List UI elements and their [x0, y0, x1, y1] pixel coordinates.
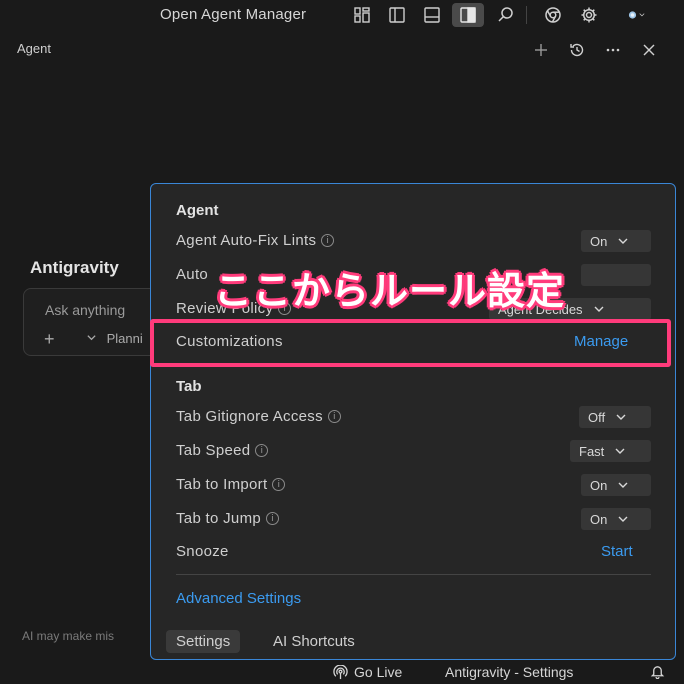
dropdown-value: Off	[588, 409, 606, 425]
advanced-settings-link[interactable]: Advanced Settings	[176, 590, 301, 607]
chevron-down-icon	[594, 306, 604, 312]
chevron-down-icon	[618, 482, 628, 488]
go-live-label: Go Live	[354, 664, 403, 680]
row-label-text: Agent Auto-Fix Lints	[176, 232, 317, 249]
row-label-text: Tab to Import	[176, 476, 268, 493]
tab-gitignore-access-dropdown[interactable]: Off	[579, 406, 651, 428]
history-icon[interactable]	[567, 40, 587, 60]
chevron-down-icon	[87, 335, 96, 341]
chevron-down-icon	[615, 448, 625, 454]
toggle-panel-icon[interactable]	[421, 4, 443, 26]
info-icon[interactable]: i	[266, 512, 280, 525]
tab-to-jump-dropdown[interactable]: On	[581, 508, 651, 530]
auto-execution-dropdown[interactable]	[581, 264, 651, 286]
tab-to-import-dropdown[interactable]: On	[581, 474, 651, 496]
chrome-browser-icon[interactable]	[542, 4, 564, 26]
agent-heading: Antigravity	[30, 258, 119, 277]
info-icon[interactable]: i	[327, 410, 341, 423]
tab-settings[interactable]: Settings	[166, 630, 241, 653]
dropdown-value: On	[590, 233, 608, 249]
go-live-button[interactable]: Go Live	[333, 664, 402, 680]
snooze-start-link[interactable]: Start	[601, 543, 633, 560]
row-label-text: Tab Gitignore Access	[176, 408, 323, 425]
tab-speed-label: Tab Speed i	[176, 442, 269, 459]
annotation-highlight-box	[150, 319, 671, 367]
mode-label: Planni	[106, 331, 143, 346]
agent-auto-fix-lints-dropdown[interactable]: On	[581, 230, 651, 252]
gear-icon[interactable]	[578, 4, 600, 26]
panel-title: Agent	[17, 41, 51, 56]
tab-ai-shortcuts[interactable]: AI Shortcuts	[273, 633, 355, 650]
settings-popup: Agent Agent Auto-Fix Lints i On Auto Revi…	[150, 183, 676, 660]
popup-divider	[176, 574, 651, 575]
chevron-down-icon	[618, 516, 628, 522]
toggle-primary-sidebar-icon[interactable]	[386, 4, 408, 26]
ai-disclaimer: AI may make mis	[22, 629, 115, 643]
agent-section-title: Agent	[176, 202, 219, 219]
search-icon[interactable]	[495, 4, 517, 26]
info-icon[interactable]: i	[255, 444, 269, 457]
close-icon[interactable]	[639, 40, 659, 60]
title-bar: Open Agent Manager	[0, 0, 684, 30]
dropdown-value: On	[590, 511, 608, 527]
open-agent-manager-button[interactable]: Open Agent Manager	[160, 6, 306, 23]
status-bar: Go Live Antigravity - Settings	[0, 662, 684, 684]
info-icon[interactable]: i	[321, 234, 335, 247]
auto-execution-label: Auto	[176, 266, 208, 283]
add-context-button[interactable]: +	[44, 329, 55, 350]
agent-auto-fix-lints-label: Agent Auto-Fix Lints i	[176, 232, 335, 249]
dropdown-value: On	[590, 477, 608, 493]
chat-input-placeholder[interactable]: Ask anything	[45, 302, 125, 318]
layout-grid-icon[interactable]	[351, 4, 373, 26]
tab-to-import-label: Tab to Import i	[176, 476, 286, 493]
annotation-callout-text: ここからルール設定	[214, 269, 566, 313]
row-label-text: Tab Speed	[176, 442, 251, 459]
chevron-down-icon	[616, 414, 626, 420]
more-options-icon[interactable]	[603, 40, 623, 60]
antigravity-settings-status[interactable]: Antigravity - Settings	[445, 664, 573, 680]
row-label-text: Tab to Jump	[176, 510, 262, 527]
account-avatar-icon[interactable]	[617, 4, 657, 26]
chevron-down-icon	[618, 238, 628, 244]
tab-to-jump-label: Tab to Jump i	[176, 510, 280, 527]
toggle-secondary-sidebar-icon[interactable]	[452, 3, 484, 27]
tab-gitignore-access-label: Tab Gitignore Access i	[176, 408, 341, 425]
info-icon[interactable]: i	[272, 478, 286, 491]
broadcast-icon	[333, 664, 348, 679]
dropdown-value: Fast	[579, 443, 605, 459]
titlebar-divider	[526, 6, 527, 24]
row-label-text: Snooze	[176, 543, 229, 560]
agent-panel-header: Agent	[0, 32, 684, 66]
tab-speed-dropdown[interactable]: Fast	[570, 440, 651, 462]
snooze-label: Snooze	[176, 543, 229, 560]
tab-section-title: Tab	[176, 378, 202, 395]
mode-selector[interactable]: Planni	[86, 331, 143, 346]
plus-icon[interactable]	[531, 40, 551, 60]
row-label-text: Auto	[176, 266, 209, 283]
notifications-bell-icon[interactable]	[650, 664, 665, 679]
